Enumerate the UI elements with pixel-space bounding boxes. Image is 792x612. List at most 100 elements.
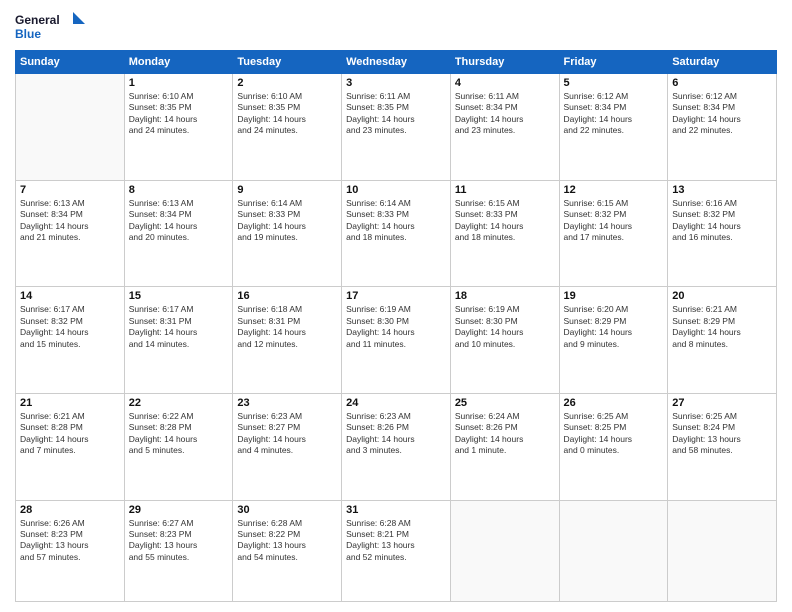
cell-content-line: and 24 minutes. [237,125,337,136]
cell-content-line: and 52 minutes. [346,552,446,563]
cell-content-line: Daylight: 14 hours [237,327,337,338]
cell-content-line: Sunrise: 6:12 AM [672,91,772,102]
cell-content-line: Daylight: 13 hours [129,540,229,551]
day-number: 5 [564,77,664,89]
calendar-cell: 21Sunrise: 6:21 AMSunset: 8:28 PMDayligh… [16,393,125,500]
cell-content-line: Daylight: 14 hours [455,221,555,232]
calendar-cell: 18Sunrise: 6:19 AMSunset: 8:30 PMDayligh… [450,287,559,394]
cell-content-line: Daylight: 14 hours [237,221,337,232]
calendar-header-row: SundayMondayTuesdayWednesdayThursdayFrid… [16,51,777,74]
cell-content-line: Sunrise: 6:23 AM [237,411,337,422]
cell-content-line: Sunset: 8:21 PM [346,529,446,540]
calendar-cell [450,500,559,602]
cell-content-line: Sunrise: 6:11 AM [455,91,555,102]
calendar-cell [16,74,125,181]
cell-content-line: Sunrise: 6:28 AM [346,518,446,529]
cell-content-line: Daylight: 14 hours [346,114,446,125]
cell-content-line: Sunset: 8:29 PM [672,316,772,327]
calendar-cell: 31Sunrise: 6:28 AMSunset: 8:21 PMDayligh… [342,500,451,602]
cell-content-line: and 15 minutes. [20,339,120,350]
cell-content-line: and 5 minutes. [129,445,229,456]
cell-content-line: Daylight: 14 hours [129,221,229,232]
cell-content-line: Daylight: 14 hours [455,114,555,125]
cell-content-line: Sunset: 8:35 PM [346,102,446,113]
cell-content-line: Sunset: 8:34 PM [564,102,664,113]
cell-content-line: Sunrise: 6:21 AM [20,411,120,422]
day-number: 9 [237,184,337,196]
calendar-day-header: Monday [124,51,233,74]
cell-content-line: Sunset: 8:24 PM [672,422,772,433]
cell-content-line: Sunset: 8:35 PM [237,102,337,113]
calendar-week-row: 1Sunrise: 6:10 AMSunset: 8:35 PMDaylight… [16,74,777,181]
cell-content-line: and 0 minutes. [564,445,664,456]
cell-content-line: Sunset: 8:31 PM [237,316,337,327]
cell-content-line: Daylight: 14 hours [129,114,229,125]
cell-content-line: Sunset: 8:33 PM [455,209,555,220]
cell-content-line: Sunrise: 6:18 AM [237,304,337,315]
cell-content-line: and 8 minutes. [672,339,772,350]
calendar-cell: 4 Sunrise: 6:11 AMSunset: 8:34 PMDaylight… [450,74,559,181]
cell-content-line: Daylight: 14 hours [129,434,229,445]
cell-content-line: Daylight: 13 hours [20,540,120,551]
cell-content-line: Sunrise: 6:14 AM [237,198,337,209]
calendar-cell: 3Sunrise: 6:11 AMSunset: 8:35 PMDaylight… [342,74,451,181]
cell-content-line: Sunrise: 6:27 AM [129,518,229,529]
cell-content-line: Sunrise: 6:25 AM [672,411,772,422]
cell-content-line: and 18 minutes. [346,232,446,243]
cell-content-line: Daylight: 13 hours [237,540,337,551]
cell-content-line: Sunrise: 6:25 AM [564,411,664,422]
day-number: 17 [346,290,446,302]
cell-content-line: Daylight: 14 hours [129,327,229,338]
calendar-cell: 5Sunrise: 6:12 AMSunset: 8:34 PMDaylight… [559,74,668,181]
cell-content-line: and 18 minutes. [455,232,555,243]
cell-content-line: Daylight: 13 hours [672,434,772,445]
cell-content-line: Sunrise: 6:23 AM [346,411,446,422]
page: General Blue SundayMondayTuesdayWednesda… [0,0,792,612]
calendar-cell: 2Sunrise: 6:10 AMSunset: 8:35 PMDaylight… [233,74,342,181]
cell-content-line: Sunset: 8:28 PM [20,422,120,433]
cell-content-line: Sunrise: 6:12 AM [564,91,664,102]
header: General Blue [15,10,777,42]
cell-content-line: Sunset: 8:34 PM [455,102,555,113]
cell-content-line: Sunset: 8:23 PM [20,529,120,540]
calendar-cell: 19Sunrise: 6:20 AMSunset: 8:29 PMDayligh… [559,287,668,394]
cell-content-line: Sunset: 8:35 PM [129,102,229,113]
calendar-cell [559,500,668,602]
calendar-day-header: Sunday [16,51,125,74]
cell-content-line: Sunrise: 6:16 AM [672,198,772,209]
day-number: 29 [129,504,229,516]
cell-content-line: Sunset: 8:29 PM [564,316,664,327]
cell-content-line: Sunrise: 6:26 AM [20,518,120,529]
cell-content-line: and 58 minutes. [672,445,772,456]
cell-content-line: Sunset: 8:34 PM [129,209,229,220]
cell-content-line: and 57 minutes. [20,552,120,563]
calendar-day-header: Friday [559,51,668,74]
cell-content-line: Sunrise: 6:10 AM [237,91,337,102]
cell-content-line: Sunrise: 6:11 AM [346,91,446,102]
cell-content-line: Sunset: 8:34 PM [672,102,772,113]
cell-content-line: Sunrise: 6:19 AM [455,304,555,315]
cell-content-line: Sunset: 8:33 PM [237,209,337,220]
svg-text:General: General [15,13,60,27]
day-number: 28 [20,504,120,516]
cell-content-line: Sunset: 8:30 PM [455,316,555,327]
cell-content-line: and 3 minutes. [346,445,446,456]
cell-content-line: Daylight: 14 hours [346,434,446,445]
cell-content-line: Sunset: 8:32 PM [20,316,120,327]
cell-content-line: Daylight: 14 hours [672,221,772,232]
calendar-cell: 23Sunrise: 6:23 AMSunset: 8:27 PMDayligh… [233,393,342,500]
day-number: 10 [346,184,446,196]
day-number: 6 [672,77,772,89]
calendar-cell: 28 Sunrise: 6:26 AMSunset: 8:23 PMDayligh… [16,500,125,602]
day-number: 4 [455,77,555,89]
cell-content-line: and 1 minute. [455,445,555,456]
cell-content-line: Sunset: 8:30 PM [346,316,446,327]
calendar-cell: 20Sunrise: 6:21 AMSunset: 8:29 PMDayligh… [668,287,777,394]
cell-content-line: Sunrise: 6:15 AM [455,198,555,209]
calendar-cell: 26Sunrise: 6:25 AMSunset: 8:25 PMDayligh… [559,393,668,500]
cell-content-line: and 4 minutes. [237,445,337,456]
day-number: 25 [455,397,555,409]
cell-content-line: Daylight: 14 hours [237,114,337,125]
calendar-cell: 24Sunrise: 6:23 AMSunset: 8:26 PMDayligh… [342,393,451,500]
cell-content-line: Daylight: 14 hours [20,327,120,338]
